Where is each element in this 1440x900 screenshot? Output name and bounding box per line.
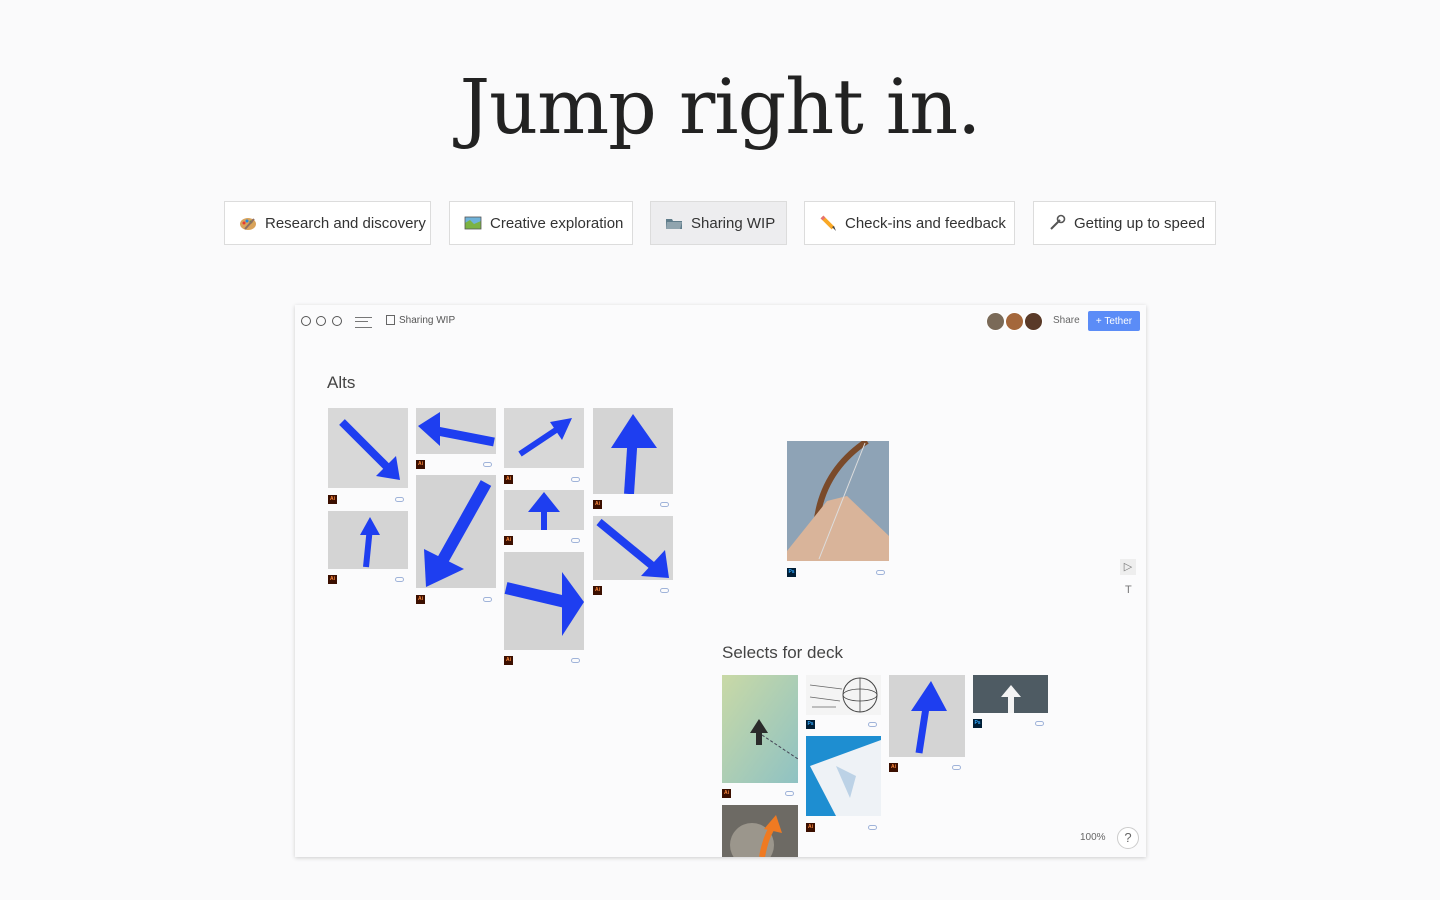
select-tool-icon[interactable]: ▷ [1120,559,1136,575]
link-icon[interactable] [483,462,492,467]
window-circle-icon[interactable] [301,316,311,326]
arrow-image-tile[interactable] [504,490,584,530]
map-icon [464,214,482,232]
link-icon[interactable] [876,570,885,575]
link-icon[interactable] [1035,721,1044,726]
help-button[interactable]: ? [1117,827,1139,849]
arrow-photo-tile[interactable] [973,675,1048,713]
avatar[interactable] [1005,312,1024,331]
link-icon[interactable] [785,791,794,796]
arrow-image-tile[interactable] [328,511,408,569]
tab-label: Creative exploration [490,214,624,232]
tab-label: Sharing WIP [691,214,776,232]
tab-check-ins-and-feedback[interactable]: Check-ins and feedback [804,201,1015,245]
arrow-image-tile[interactable] [593,408,673,494]
zoom-level[interactable]: 100% [1080,832,1106,843]
window-circle-icon[interactable] [332,316,342,326]
tab-label: Research and discovery [265,214,426,232]
arrow-photo-tile[interactable] [722,675,798,783]
section-title-alts: Alts [327,373,356,392]
window-circle-icon[interactable] [316,316,326,326]
illustrator-badge: Ai [889,763,898,772]
link-icon[interactable] [571,538,580,543]
diagram-image-tile[interactable] [806,675,881,715]
illustrator-badge: Ai [722,789,731,798]
illustrator-badge: Ai [504,536,513,545]
menu-icon[interactable] [355,317,372,328]
illustrator-badge: Ai [504,475,513,484]
link-icon[interactable] [952,765,961,770]
illustrator-badge: Ai [328,575,337,584]
link-icon[interactable] [483,597,492,602]
link-icon[interactable] [868,825,877,830]
illustrator-badge: Ai [504,656,513,665]
tab-creative-exploration[interactable]: Creative exploration [449,201,633,245]
link-icon[interactable] [571,477,580,482]
arrow-image-tile[interactable] [416,408,496,454]
arrow-image-tile[interactable] [593,516,673,580]
link-icon[interactable] [395,497,404,502]
illustrator-badge: Ai [593,500,602,509]
illustrator-badge: Ai [593,586,602,595]
link-icon[interactable] [660,588,669,593]
illustrator-badge: Ai [416,595,425,604]
arrow-photo-tile[interactable] [806,736,881,816]
link-icon[interactable] [395,577,404,582]
arrow-image-tile[interactable] [328,408,408,488]
photoshop-badge: Ps [787,568,796,577]
tab-sharing-wip[interactable]: Sharing WIP [650,201,787,245]
photoshop-badge: Ps [973,719,982,728]
wrench-icon [1048,214,1066,232]
arrow-image-tile[interactable] [889,675,965,757]
share-button[interactable]: Share [1053,315,1080,326]
folder-icon [665,214,683,232]
illustrator-badge: Ai [806,823,815,832]
arrow-image-tile[interactable] [416,475,496,588]
photoshop-badge: Ps [806,720,815,729]
board-title: Sharing WIP [399,315,456,326]
link-icon[interactable] [868,722,877,727]
arrow-photo-tile[interactable] [722,805,798,857]
tab-label: Getting up to speed [1074,214,1205,232]
illustrator-badge: Ai [416,460,425,469]
bow-painting-image[interactable] [787,441,889,561]
board-icon [386,315,395,325]
arrow-image-tile[interactable] [504,408,584,468]
illustrator-badge: Ai [328,495,337,504]
tab-getting-up-to-speed[interactable]: Getting up to speed [1033,201,1216,245]
pencil-icon [819,214,837,232]
tab-research-and-discovery[interactable]: Research and discovery [224,201,431,245]
tab-label: Check-ins and feedback [845,214,1006,232]
link-icon[interactable] [571,658,580,663]
page-title: Jump right in. [459,62,982,151]
board-preview: Sharing WIP Share + Tether Alts Ai Ai Ai… [295,305,1146,857]
text-tool-icon[interactable]: T [1125,584,1132,596]
avatar[interactable] [986,312,1005,331]
link-icon[interactable] [660,502,669,507]
section-title-selects-for-deck: Selects for deck [722,643,843,662]
avatar[interactable] [1024,312,1043,331]
tether-button[interactable]: + Tether [1088,311,1140,331]
palette-icon [239,214,257,232]
arrow-image-tile[interactable] [504,552,584,650]
